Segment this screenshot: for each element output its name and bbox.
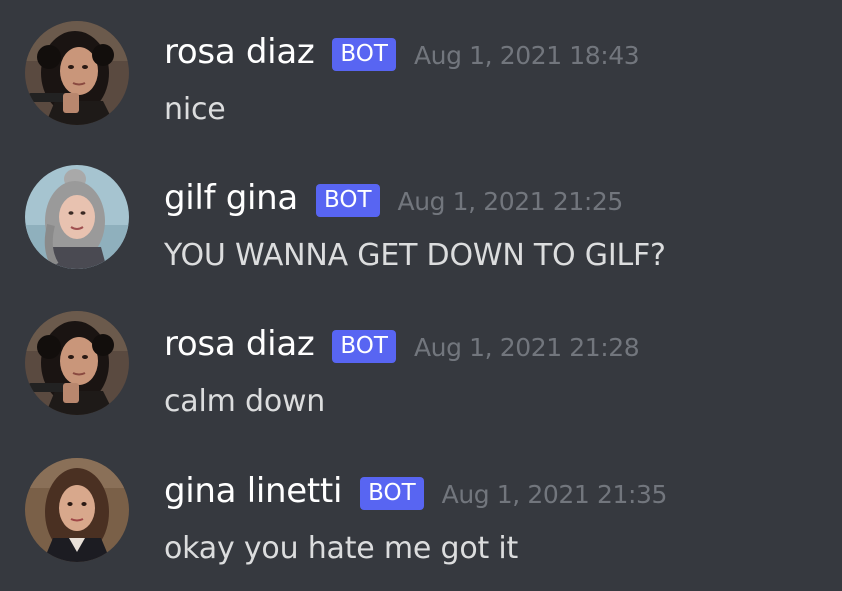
avatar[interactable] — [25, 311, 129, 415]
bot-badge: BOT — [315, 183, 380, 217]
message-item: gina linetti BOT Aug 1, 2021 21:35 okay … — [0, 439, 842, 579]
message-item: rosa diaz BOT Aug 1, 2021 21:28 calm dow… — [0, 292, 842, 432]
timestamp[interactable]: Aug 1, 2021 21:25 — [398, 187, 624, 216]
bot-badge: BOT — [332, 37, 396, 71]
woman-brown-wavy-hair-icon — [25, 458, 129, 562]
woman-dark-curly-hair-holding-gun-icon — [25, 311, 129, 415]
message-header: rosa diaz BOT Aug 1, 2021 18:43 — [164, 28, 640, 76]
bot-badge: BOT — [332, 329, 396, 363]
message-header: rosa diaz BOT Aug 1, 2021 21:28 — [164, 320, 640, 368]
username[interactable]: gilf gina — [164, 178, 298, 218]
message-item: gilf gina BOT Aug 1, 2021 21:25 YOU WANN… — [0, 146, 842, 286]
timestamp[interactable]: Aug 1, 2021 21:28 — [414, 333, 640, 362]
username[interactable]: rosa diaz — [164, 32, 315, 72]
message-item: rosa diaz BOT Aug 1, 2021 18:43 nice — [0, 0, 842, 140]
avatar[interactable] — [25, 21, 129, 125]
bot-badge: BOT — [360, 476, 424, 510]
elderly-woman-gray-hair-bun-icon — [25, 165, 129, 269]
message-list: rosa diaz BOT Aug 1, 2021 18:43 nice gil… — [0, 0, 842, 591]
avatar[interactable] — [25, 458, 129, 562]
message-content: okay you hate me got it — [164, 531, 519, 566]
avatar[interactable] — [25, 165, 129, 269]
username[interactable]: gina linetti — [164, 471, 342, 511]
timestamp[interactable]: Aug 1, 2021 18:43 — [414, 41, 640, 70]
message-content: YOU WANNA GET DOWN TO GILF? — [164, 238, 666, 273]
message-content: calm down — [164, 384, 326, 419]
message-header: gilf gina BOT Aug 1, 2021 21:25 — [164, 174, 623, 222]
timestamp[interactable]: Aug 1, 2021 21:35 — [442, 480, 668, 509]
message-content: nice — [164, 92, 226, 127]
message-header: gina linetti BOT Aug 1, 2021 21:35 — [164, 467, 667, 515]
username[interactable]: rosa diaz — [164, 324, 315, 364]
woman-dark-curly-hair-holding-gun-icon — [25, 21, 129, 125]
